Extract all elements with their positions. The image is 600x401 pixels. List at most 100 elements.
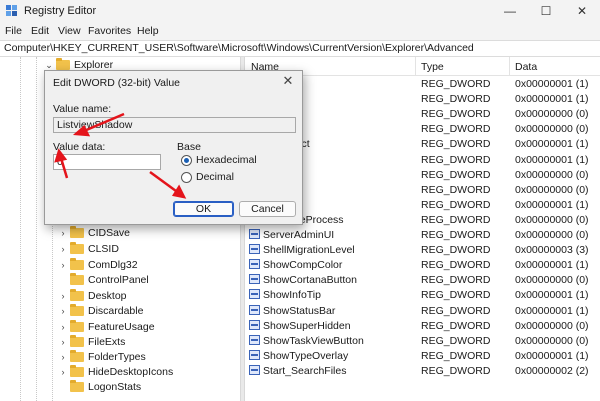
table-row[interactable]: ShowInfoTip REG_DWORD 0x00000001 (1) bbox=[245, 288, 600, 303]
chevron-right-icon[interactable]: › bbox=[58, 291, 68, 301]
window-title: Registry Editor bbox=[24, 5, 97, 17]
row-name: Start_SearchFiles bbox=[263, 364, 347, 377]
row-data: 0x00000001 (1) bbox=[515, 304, 589, 317]
tree-item[interactable]: LogonStats bbox=[58, 379, 141, 395]
row-data: 0x00000001 (1) bbox=[515, 259, 589, 272]
tree-item[interactable]: ControlPanel bbox=[58, 272, 149, 288]
hexadecimal-label[interactable]: Hexadecimal bbox=[196, 154, 257, 166]
tree-item-label: LogonStats bbox=[88, 381, 142, 393]
row-type: REG_DWORD bbox=[421, 364, 491, 377]
value-name-label: Value name: bbox=[53, 103, 112, 115]
row-type: REG_DWORD bbox=[421, 78, 491, 90]
folder-icon bbox=[70, 320, 84, 332]
minimize-button[interactable]: — bbox=[492, 0, 528, 22]
row-type: REG_DWORD bbox=[421, 153, 491, 166]
tree-item[interactable]: › CIDSave bbox=[58, 225, 130, 241]
chevron-down-icon[interactable]: ⌄ bbox=[44, 60, 54, 71]
row-type: REG_DWORD bbox=[421, 274, 491, 287]
tree-item[interactable]: › FileExts bbox=[58, 334, 125, 350]
column-separator[interactable] bbox=[509, 57, 510, 76]
chevron-right-icon[interactable]: › bbox=[58, 367, 68, 377]
tree-guide-line bbox=[20, 57, 21, 401]
menu-view[interactable]: View bbox=[58, 25, 81, 37]
row-type: REG_DWORD bbox=[421, 259, 491, 272]
cancel-button[interactable]: Cancel bbox=[239, 201, 296, 217]
reg-dword-icon bbox=[249, 289, 260, 300]
chevron-right-icon[interactable]: › bbox=[58, 306, 68, 316]
row-name: ShowStatusBar bbox=[263, 304, 336, 317]
table-row[interactable]: ShellMigrationLevel REG_DWORD 0x00000003 (… bbox=[245, 243, 600, 258]
address-bar[interactable]: Computer\HKEY_CURRENT_USER\Software\Micr… bbox=[0, 40, 600, 57]
tree-item-label: FileExts bbox=[88, 336, 126, 348]
ok-button[interactable]: OK bbox=[173, 201, 234, 217]
hexadecimal-radio[interactable] bbox=[181, 155, 192, 166]
row-data: 0x00000001 (1) bbox=[515, 349, 589, 362]
tree-item[interactable]: › ComDlg32 bbox=[58, 257, 138, 273]
column-type[interactable]: Type bbox=[421, 61, 444, 73]
row-name: ShowCortanaButton bbox=[263, 274, 357, 287]
row-type: REG_DWORD bbox=[421, 123, 491, 136]
row-data: 0x00000001 (1) bbox=[515, 78, 589, 90]
row-data: 0x00000000 (0) bbox=[515, 183, 589, 196]
row-type: REG_DWORD bbox=[421, 334, 491, 347]
table-row[interactable]: ShowCompColor REG_DWORD 0x00000001 (1) bbox=[245, 258, 600, 273]
reg-dword-icon bbox=[249, 259, 260, 270]
chevron-right-icon[interactable]: › bbox=[58, 352, 68, 362]
menu-file[interactable]: File bbox=[5, 25, 22, 37]
chevron-right-icon[interactable]: › bbox=[58, 228, 68, 238]
folder-icon bbox=[70, 380, 84, 392]
row-type: REG_DWORD bbox=[421, 93, 491, 106]
tree-item[interactable]: › Desktop bbox=[58, 288, 127, 304]
folder-icon bbox=[70, 304, 84, 316]
tree-item-label: CIDSave bbox=[88, 227, 131, 239]
row-data: 0x00000000 (0) bbox=[515, 334, 589, 347]
table-row[interactable]: ShowTypeOverlay REG_DWORD 0x00000001 (1) bbox=[245, 349, 600, 364]
row-type: REG_DWORD bbox=[421, 108, 491, 121]
reg-dword-icon bbox=[249, 244, 260, 255]
column-separator[interactable] bbox=[415, 57, 416, 76]
value-data-label: Value data: bbox=[53, 141, 106, 153]
table-row[interactable]: ShowSuperHidden REG_DWORD 0x00000000 (0) bbox=[245, 319, 600, 334]
row-name: ShowCompColor bbox=[263, 259, 343, 272]
menu-favorites[interactable]: Favorites bbox=[88, 25, 131, 37]
row-type: REG_DWORD bbox=[421, 349, 491, 362]
row-data: 0x00000000 (0) bbox=[515, 274, 589, 287]
table-row[interactable]: ShowCortanaButton REG_DWORD 0x00000000 (0) bbox=[245, 273, 600, 288]
column-data[interactable]: Data bbox=[515, 61, 537, 73]
chevron-right-icon[interactable]: › bbox=[58, 337, 68, 347]
maximize-button[interactable]: ☐ bbox=[528, 0, 564, 22]
chevron-right-icon[interactable]: › bbox=[58, 322, 68, 332]
dialog-close-button[interactable]: ✕ bbox=[280, 73, 296, 89]
dialog-title: Edit DWORD (32-bit) Value bbox=[53, 77, 181, 89]
value-data-field[interactable] bbox=[53, 154, 161, 170]
reg-dword-icon bbox=[249, 229, 260, 239]
menu-help[interactable]: Help bbox=[137, 25, 159, 37]
table-row[interactable]: ServerAdminUI REG_DWORD 0x00000000 (0) bbox=[245, 228, 600, 243]
chevron-right-icon[interactable]: › bbox=[58, 260, 68, 270]
close-window-button[interactable]: ✕ bbox=[564, 0, 600, 22]
title-bar: Registry Editor — ☐ ✕ bbox=[0, 0, 600, 22]
row-data: 0x00000001 (1) bbox=[515, 138, 589, 151]
tree-item[interactable]: › HideDesktopIcons bbox=[58, 364, 173, 380]
row-type: REG_DWORD bbox=[421, 319, 491, 332]
row-type: REG_DWORD bbox=[421, 168, 491, 181]
tree-item[interactable]: › FolderTypes bbox=[58, 349, 146, 365]
folder-icon bbox=[70, 289, 84, 301]
row-type: REG_DWORD bbox=[421, 289, 491, 302]
row-data: 0x00000000 (0) bbox=[515, 319, 589, 332]
tree-item[interactable]: › CLSID bbox=[58, 241, 119, 257]
tree-item-label: FeatureUsage bbox=[88, 321, 155, 333]
tree-item[interactable]: › FeatureUsage bbox=[58, 319, 155, 335]
decimal-label[interactable]: Decimal bbox=[196, 171, 234, 183]
table-row[interactable]: Start_SearchFiles REG_DWORD 0x00000002 (2) bbox=[245, 364, 600, 379]
menu-edit[interactable]: Edit bbox=[31, 25, 49, 37]
tree-item[interactable]: › Discardable bbox=[58, 303, 143, 319]
reg-dword-icon bbox=[249, 274, 260, 285]
decimal-radio[interactable] bbox=[181, 172, 192, 183]
table-row[interactable]: ShowTaskViewButton REG_DWORD 0x00000000 (0… bbox=[245, 334, 600, 349]
value-name-field[interactable] bbox=[53, 117, 296, 133]
chevron-right-icon[interactable]: › bbox=[58, 244, 68, 254]
table-row[interactable]: ShowStatusBar REG_DWORD 0x00000001 (1) bbox=[245, 304, 600, 319]
tree-item-label: HideDesktopIcons bbox=[88, 366, 174, 378]
row-data: 0x00000002 (2) bbox=[515, 364, 589, 377]
